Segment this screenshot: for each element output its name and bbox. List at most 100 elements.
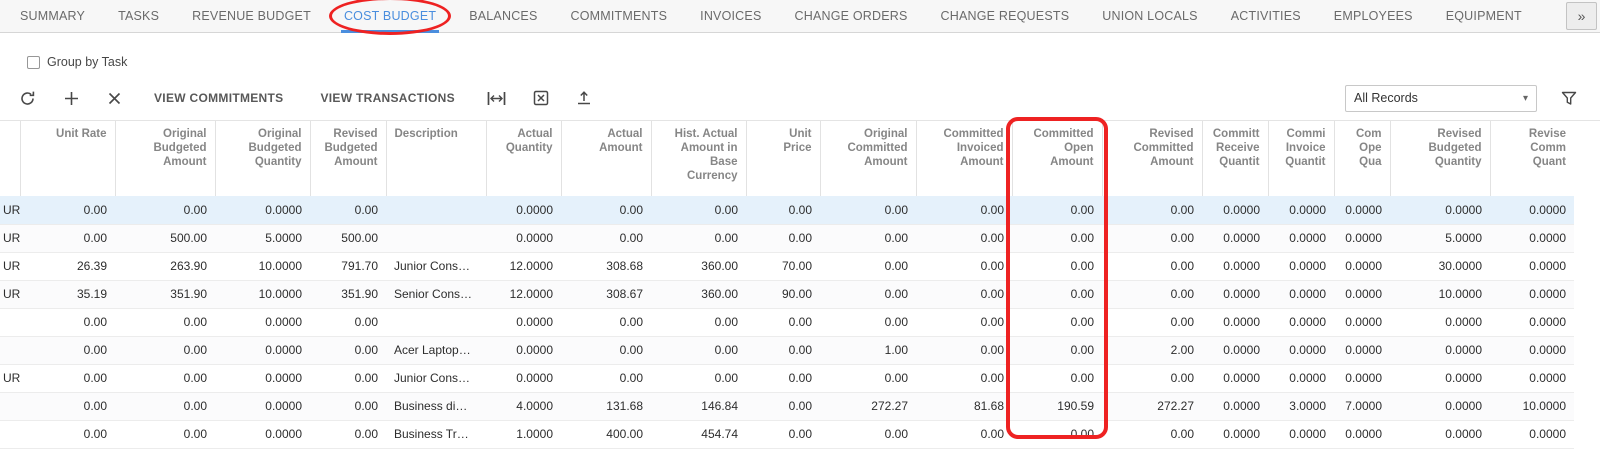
cell-revised-budgeted-amount[interactable]: 0.00 [310,308,386,336]
cell-unit-price[interactable]: 0.00 [746,392,820,420]
cell-committed-invoiced-amount[interactable]: 81.68 [916,392,1012,420]
cell-revised-budgeted-amount[interactable]: 791.70 [310,252,386,280]
view-commitments-button[interactable]: VIEW COMMITMENTS [142,85,295,111]
cell-actual-quantity[interactable]: 12.0000 [486,252,561,280]
cell-actual-amount[interactable]: 0.00 [561,224,651,252]
cell-committed-received-quantity[interactable]: 0.0000 [1202,224,1268,252]
cell-committed-open-quantity[interactable]: 0.0000 [1334,196,1390,224]
cell-committed-open-quantity[interactable]: 0.0000 [1334,280,1390,308]
tab-employees[interactable]: EMPLOYEES [1334,0,1413,32]
tab-commitments[interactable]: COMMITMENTS [571,0,668,32]
cell-original-committed-amount[interactable]: 0.00 [820,420,916,448]
cell-actual-quantity[interactable]: 0.0000 [486,196,561,224]
cell-committed-invoiced-quantity[interactable]: 0.0000 [1268,308,1334,336]
cell-actual-quantity[interactable]: 0.0000 [486,308,561,336]
cell-committed-open-amount[interactable]: 0.00 [1012,196,1102,224]
cell-original-budgeted-quantity[interactable]: 10.0000 [215,252,310,280]
cell-revised-budgeted-quantity[interactable]: 0.0000 [1390,196,1490,224]
cell-committed-open-quantity[interactable]: 0.0000 [1334,252,1390,280]
cell-committed-invoiced-amount[interactable]: 0.00 [916,364,1012,392]
cell-committed-received-quantity[interactable]: 0.0000 [1202,420,1268,448]
cell-revised-committed-quantity[interactable]: 0.0000 [1490,280,1574,308]
cell-original-committed-amount[interactable]: 272.27 [820,392,916,420]
cell-description[interactable] [386,224,486,252]
cell-uom[interactable] [0,420,20,448]
tab-change-orders[interactable]: CHANGE ORDERS [794,0,907,32]
grid-row-7[interactable]: UR0.000.000.00000.00Junior Cons…0.00000.… [0,364,1574,392]
column-header-committed-received-quantity[interactable]: CommittReceiveQuantit [1202,121,1268,196]
cell-hist-actual-amount-in-base-currency[interactable]: 454.74 [651,420,746,448]
group-by-task-option[interactable]: Group by Task [27,55,127,69]
cell-original-committed-amount[interactable]: 0.00 [820,252,916,280]
cell-revised-committed-quantity[interactable]: 0.0000 [1490,224,1574,252]
cell-revised-budgeted-quantity[interactable]: 0.0000 [1390,308,1490,336]
cell-actual-amount[interactable]: 131.68 [561,392,651,420]
cell-actual-quantity[interactable]: 0.0000 [486,224,561,252]
cell-actual-amount[interactable]: 308.68 [561,252,651,280]
cell-revised-budgeted-quantity[interactable]: 0.0000 [1390,392,1490,420]
tab-activities[interactable]: ACTIVITIES [1231,0,1301,32]
cell-unit-price[interactable]: 0.00 [746,364,820,392]
cell-unit-rate[interactable]: 35.19 [20,280,115,308]
cell-unit-price[interactable]: 0.00 [746,420,820,448]
cell-committed-received-quantity[interactable]: 0.0000 [1202,252,1268,280]
cell-hist-actual-amount-in-base-currency[interactable]: 0.00 [651,336,746,364]
cell-hist-actual-amount-in-base-currency[interactable]: 360.00 [651,252,746,280]
grid-row-5[interactable]: 0.000.000.00000.000.00000.000.000.000.00… [0,308,1574,336]
cell-unit-rate[interactable]: 0.00 [20,196,115,224]
cell-committed-open-quantity[interactable]: 0.0000 [1334,336,1390,364]
cell-uom[interactable]: UR [0,196,20,224]
export-to-excel-button[interactable] [526,86,556,110]
cell-actual-quantity[interactable]: 1.0000 [486,420,561,448]
cell-uom[interactable]: UR [0,252,20,280]
cell-original-budgeted-quantity[interactable]: 0.0000 [215,364,310,392]
cell-actual-quantity[interactable]: 4.0000 [486,392,561,420]
delete-row-button[interactable] [100,87,129,110]
upload-button[interactable] [569,86,599,110]
cell-committed-open-quantity[interactable]: 0.0000 [1334,308,1390,336]
records-filter-select[interactable]: All Records ▾ [1345,85,1537,112]
cell-revised-budgeted-quantity[interactable]: 0.0000 [1390,420,1490,448]
cell-hist-actual-amount-in-base-currency[interactable]: 0.00 [651,308,746,336]
add-row-button[interactable] [56,86,87,111]
cell-committed-received-quantity[interactable]: 0.0000 [1202,364,1268,392]
cell-original-committed-amount[interactable]: 1.00 [820,336,916,364]
cell-committed-invoiced-quantity[interactable]: 0.0000 [1268,336,1334,364]
column-header-committed-invoiced-quantity[interactable]: CommiInvoiceQuantit [1268,121,1334,196]
column-header-unit-rate[interactable]: Unit Rate [20,121,115,196]
cell-actual-amount[interactable]: 0.00 [561,364,651,392]
cell-committed-received-quantity[interactable]: 0.0000 [1202,196,1268,224]
column-header-description[interactable]: Description [386,121,486,196]
cell-original-committed-amount[interactable]: 0.00 [820,224,916,252]
cell-revised-committed-quantity[interactable]: 0.0000 [1490,196,1574,224]
tab-overflow-button[interactable]: » [1566,2,1597,30]
tab-revenue-budget[interactable]: REVENUE BUDGET [192,0,311,32]
cell-original-budgeted-amount[interactable]: 0.00 [115,420,215,448]
tab-change-requests[interactable]: CHANGE REQUESTS [941,0,1070,32]
cell-unit-rate[interactable]: 0.00 [20,392,115,420]
cell-description[interactable] [386,308,486,336]
cell-unit-price[interactable]: 0.00 [746,224,820,252]
cell-actual-quantity[interactable]: 0.0000 [486,336,561,364]
cell-committed-open-amount[interactable]: 0.00 [1012,336,1102,364]
cell-uom[interactable] [0,392,20,420]
cell-hist-actual-amount-in-base-currency[interactable]: 0.00 [651,224,746,252]
cell-committed-open-amount[interactable]: 0.00 [1012,280,1102,308]
cell-committed-open-amount[interactable]: 0.00 [1012,364,1102,392]
cell-original-budgeted-amount[interactable]: 351.90 [115,280,215,308]
cell-original-budgeted-quantity[interactable]: 0.0000 [215,420,310,448]
cell-revised-budgeted-amount[interactable]: 500.00 [310,224,386,252]
cell-revised-budgeted-amount[interactable]: 0.00 [310,364,386,392]
tab-invoices[interactable]: INVOICES [700,0,761,32]
cell-unit-rate[interactable]: 26.39 [20,252,115,280]
cell-revised-committed-quantity[interactable]: 0.0000 [1490,252,1574,280]
cell-description[interactable]: Business Tr… [386,420,486,448]
tab-balances[interactable]: BALANCES [469,0,537,32]
cell-committed-invoiced-quantity[interactable]: 0.0000 [1268,364,1334,392]
cell-original-committed-amount[interactable]: 0.00 [820,308,916,336]
cell-committed-open-amount[interactable]: 0.00 [1012,252,1102,280]
column-header-revised-committed-amount[interactable]: RevisedCommittedAmount [1102,121,1202,196]
cell-original-budgeted-quantity[interactable]: 0.0000 [215,336,310,364]
cell-uom[interactable]: UR [0,224,20,252]
cell-committed-received-quantity[interactable]: 0.0000 [1202,392,1268,420]
